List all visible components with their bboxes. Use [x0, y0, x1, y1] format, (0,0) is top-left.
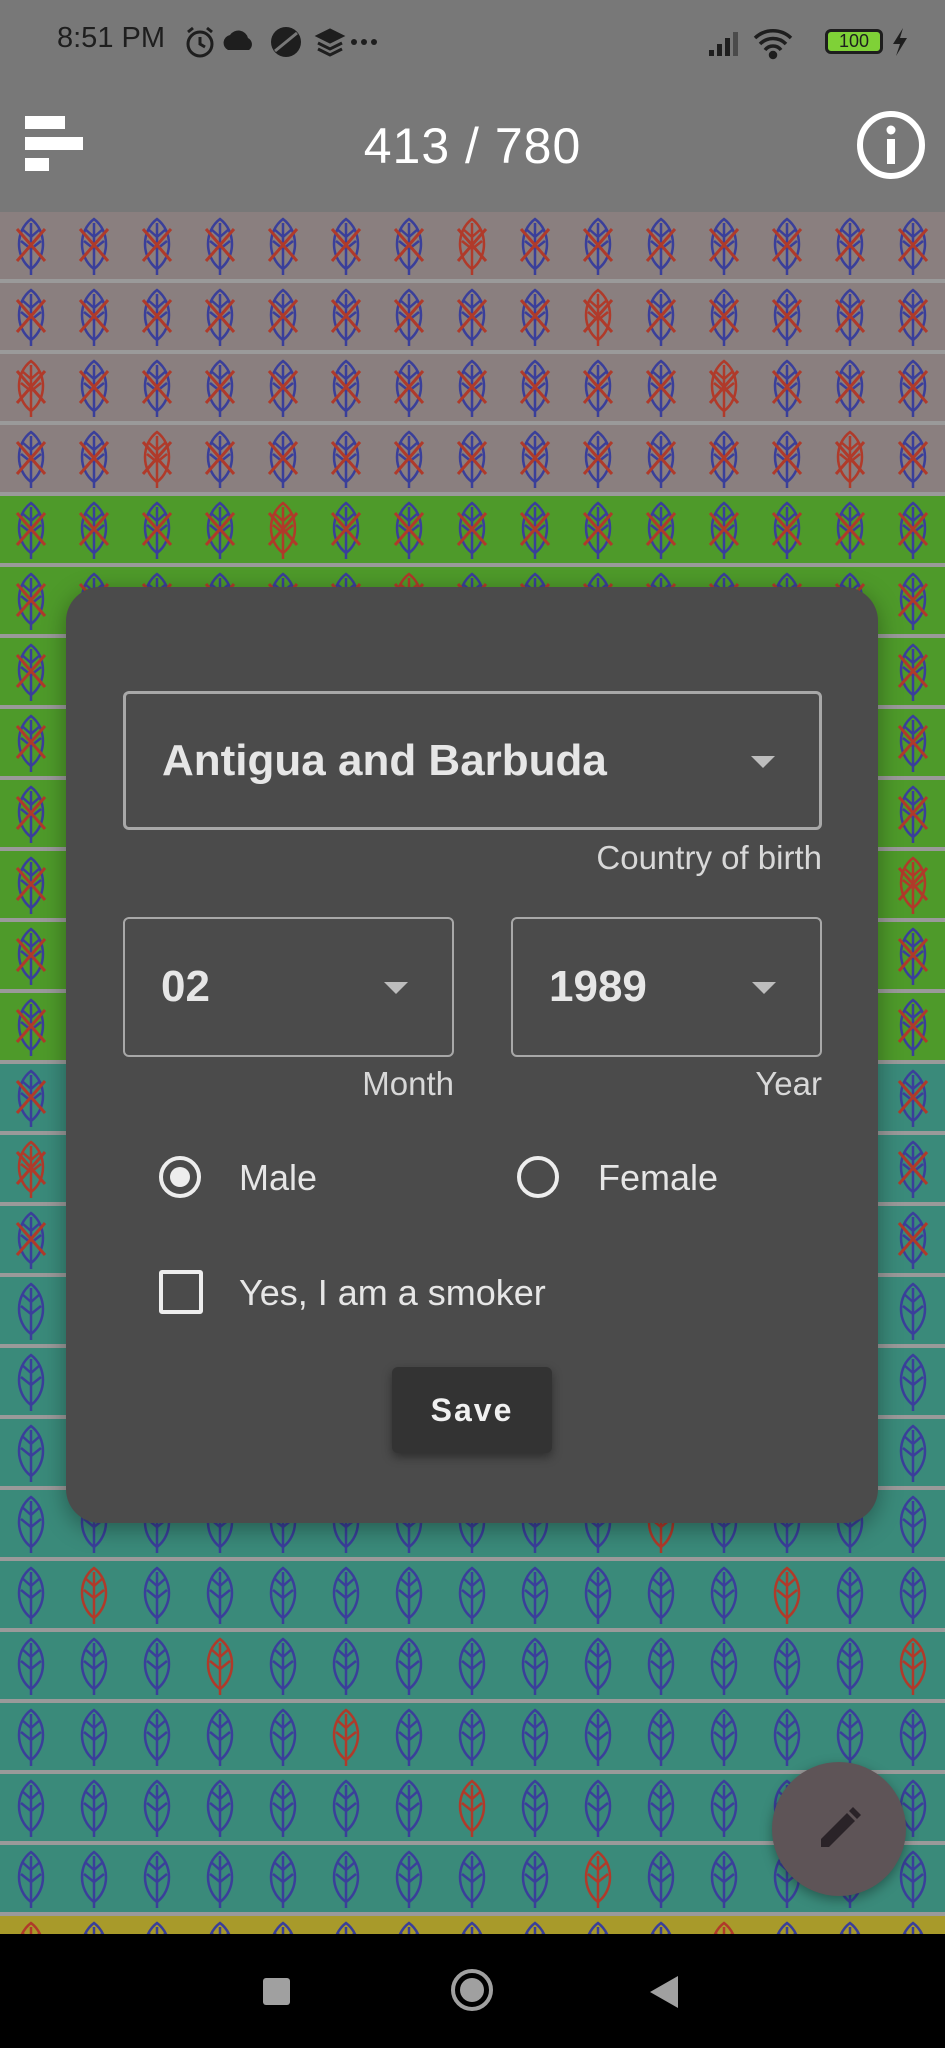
status-bar: 8:51 PM 100: [0, 0, 945, 82]
no-entry-icon: [271, 27, 301, 57]
back-icon[interactable]: [648, 1974, 680, 2010]
alarm-icon: [186, 26, 214, 58]
gender-label-female: Female: [598, 1157, 719, 1198]
layers-icon: [314, 28, 346, 57]
year-helper-label: Year: [755, 1065, 822, 1102]
country-dropdown[interactable]: Antigua and Barbuda: [123, 691, 822, 830]
chevron-down-icon: [384, 982, 408, 994]
home-icon[interactable]: [450, 1968, 494, 2012]
country-helper-label: Country of birth: [596, 839, 822, 876]
pencil-icon: [821, 1807, 861, 1847]
signal-icon: [709, 32, 738, 56]
cloud-icon: [223, 30, 252, 50]
month-dropdown[interactable]: 02: [123, 917, 454, 1057]
year-dropdown[interactable]: 1989: [511, 917, 822, 1057]
gender-radio-male[interactable]: [159, 1156, 201, 1198]
chevron-down-icon: [751, 755, 775, 768]
smoker-checkbox-label: Yes, I am a smoker: [239, 1272, 546, 1313]
gender-radio-female[interactable]: [517, 1156, 559, 1198]
smoker-checkbox[interactable]: [159, 1270, 203, 1314]
month-helper-label: Month: [362, 1065, 454, 1102]
edit-fab-button[interactable]: [772, 1762, 906, 1896]
wifi-icon: [753, 29, 793, 60]
status-right-icons: [709, 28, 907, 60]
status-left-icons: [186, 26, 377, 58]
page-title: 413 / 780: [363, 118, 582, 174]
month-value: 02: [161, 962, 210, 1011]
chevron-down-icon: [752, 982, 776, 994]
year-value: 1989: [549, 962, 647, 1011]
status-time: 8:51 PM: [57, 22, 165, 54]
info-icon[interactable]: [856, 110, 926, 180]
save-button[interactable]: Save: [392, 1367, 552, 1453]
charging-icon: [893, 28, 907, 56]
gender-label-male: Male: [239, 1157, 318, 1198]
battery-icon: 100: [825, 29, 883, 54]
recent-apps-icon[interactable]: [263, 1978, 290, 2005]
more-dots-icon: [351, 39, 377, 45]
country-value: Antigua and Barbuda: [162, 735, 607, 785]
profile-dialog: Antigua and Barbuda Country of birth 02 …: [66, 587, 878, 1523]
